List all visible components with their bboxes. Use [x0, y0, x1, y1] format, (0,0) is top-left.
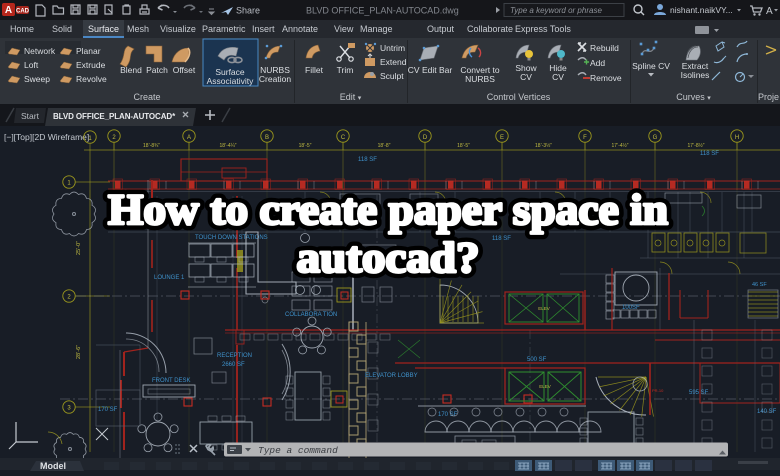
- svg-text:25’-0”: 25’-0”: [76, 241, 82, 255]
- svg-text:TOUCH DOWN STATIONS: TOUCH DOWN STATIONS: [195, 235, 268, 241]
- svg-text:Network: Network: [24, 46, 56, 56]
- svg-text:A: A: [187, 135, 191, 141]
- svg-text:Spline CV: Spline CV: [632, 61, 670, 71]
- svg-text:1: 1: [88, 136, 92, 142]
- svg-text:ELEV: ELEV: [538, 306, 550, 311]
- svg-text:CAD: CAD: [16, 9, 30, 15]
- svg-text:118 SF: 118 SF: [492, 236, 511, 242]
- svg-text:Add: Add: [590, 58, 605, 68]
- svg-text:3: 3: [67, 406, 71, 412]
- svg-text:118 SF: 118 SF: [700, 151, 719, 157]
- svg-text:CV: CV: [520, 72, 532, 82]
- svg-text:Share: Share: [236, 6, 260, 16]
- svg-text:Type a keyword or phrase: Type a keyword or phrase: [510, 6, 602, 15]
- svg-text:Revolve: Revolve: [76, 74, 107, 84]
- svg-text:Sculpt: Sculpt: [380, 71, 404, 81]
- svg-text:Sweep: Sweep: [24, 74, 50, 84]
- svg-text:118 SF: 118 SF: [358, 157, 377, 163]
- svg-text:Loft: Loft: [24, 60, 39, 70]
- svg-text:F: F: [583, 135, 587, 141]
- svg-text:Associativity: Associativity: [207, 76, 255, 86]
- svg-text:PR-10: PR-10: [652, 388, 664, 393]
- svg-text:Planar: Planar: [76, 46, 101, 56]
- svg-text:G: G: [653, 135, 658, 141]
- svg-text:18’-3½”: 18’-3½”: [535, 142, 552, 149]
- svg-text:Patch: Patch: [146, 65, 168, 75]
- svg-text:Creation: Creation: [259, 74, 291, 84]
- svg-text:E: E: [500, 135, 504, 141]
- svg-text:18’-8”: 18’-8”: [378, 143, 391, 149]
- svg-text:H: H: [735, 135, 739, 141]
- svg-text:BLVD OFFICE_PLAN-AUTOCAD*: BLVD OFFICE_PLAN-AUTOCAD*: [53, 112, 176, 121]
- svg-text:Offset: Offset: [173, 65, 196, 75]
- svg-text:RECEPTION: RECEPTION: [217, 353, 252, 359]
- svg-text:Type a command: Type a command: [258, 445, 338, 456]
- svg-text:FRONT DESK: FRONT DESK: [152, 378, 191, 384]
- svg-text:NURBS: NURBS: [465, 74, 495, 84]
- svg-text:Fillet: Fillet: [305, 65, 324, 75]
- svg-text:CV: CV: [552, 72, 564, 82]
- svg-text:LOUNGE 1: LOUNGE 1: [154, 275, 185, 281]
- svg-text:Extend: Extend: [380, 57, 407, 67]
- svg-text:2660 SF: 2660 SF: [222, 362, 245, 368]
- svg-text:Trim: Trim: [337, 65, 354, 75]
- svg-text:ELEVATOR LOBBY: ELEVATOR LOBBY: [365, 373, 418, 379]
- svg-text:500 SF: 500 SF: [527, 357, 547, 363]
- svg-text:18’-8¾”: 18’-8¾”: [143, 143, 160, 149]
- svg-text:18’-5”: 18’-5”: [457, 143, 470, 149]
- svg-text:Extrude: Extrude: [76, 60, 106, 70]
- svg-text:A: A: [5, 5, 12, 16]
- svg-text:170 SF: 170 SF: [98, 407, 118, 413]
- svg-text:BLVD OFFICE_PLAN-AUTOCAD.dwg: BLVD OFFICE_PLAN-AUTOCAD.dwg: [306, 6, 459, 16]
- svg-text:17’-8½”: 17’-8½”: [688, 142, 705, 149]
- svg-text:46 SF: 46 SF: [752, 282, 767, 288]
- svg-text:C: C: [341, 135, 346, 141]
- svg-text:Remove: Remove: [590, 73, 622, 83]
- svg-text:nishant.naikVY...: nishant.naikVY...: [670, 5, 733, 15]
- svg-text:Blend: Blend: [120, 65, 142, 75]
- svg-text:autocad?: autocad?: [297, 235, 480, 282]
- svg-text:Rebuild: Rebuild: [590, 43, 619, 53]
- svg-text:595 SF: 595 SF: [689, 390, 709, 396]
- svg-text:2: 2: [112, 135, 116, 141]
- svg-text:2: 2: [67, 295, 71, 301]
- svg-text:17’-4½”: 17’-4½”: [612, 142, 629, 149]
- svg-text:A: A: [766, 6, 773, 17]
- svg-text:18’-5”: 18’-5”: [299, 143, 312, 149]
- svg-text:18’-4¼”: 18’-4¼”: [220, 143, 237, 149]
- svg-text:CV Edit Bar: CV Edit Bar: [408, 65, 453, 75]
- svg-text:1: 1: [67, 181, 71, 187]
- svg-text:170 SF: 170 SF: [438, 412, 458, 418]
- svg-text:How to create paper space in: How to create paper space in: [108, 187, 668, 234]
- svg-text:ELEV: ELEV: [539, 384, 551, 389]
- svg-text:Untrim: Untrim: [380, 43, 405, 53]
- svg-text:28’-6”: 28’-6”: [76, 345, 82, 359]
- svg-text:D: D: [423, 135, 428, 141]
- svg-text:[−][Top][2D Wireframe]: [−][Top][2D Wireframe]: [4, 132, 89, 142]
- svg-text:Start: Start: [21, 111, 40, 121]
- svg-text:B: B: [265, 135, 269, 141]
- svg-text:Isolines: Isolines: [681, 70, 710, 80]
